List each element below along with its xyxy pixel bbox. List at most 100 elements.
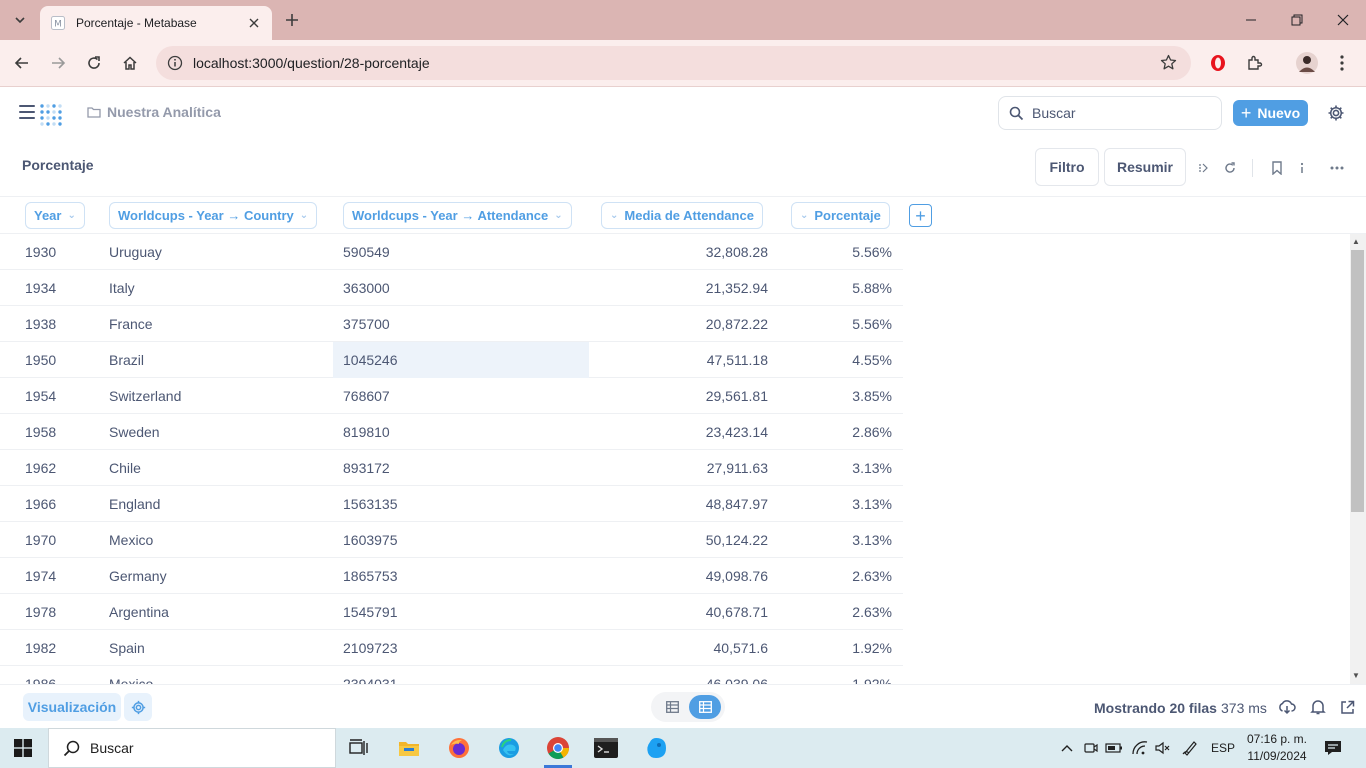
cell-year[interactable]: 1950 bbox=[25, 352, 56, 368]
address-bar[interactable]: localhost:3000/question/28-porcentaje bbox=[156, 46, 1191, 80]
bookmark-star-icon[interactable] bbox=[1160, 54, 1177, 76]
cell-country[interactable]: Spain bbox=[109, 640, 145, 656]
cell-porcentaje[interactable]: 3.85% bbox=[852, 388, 892, 404]
tab-close-icon[interactable] bbox=[246, 15, 262, 31]
cell-porcentaje[interactable]: 3.13% bbox=[852, 460, 892, 476]
pen-icon[interactable] bbox=[1180, 739, 1200, 757]
cell-year[interactable]: 1970 bbox=[25, 532, 56, 548]
site-info-icon[interactable] bbox=[158, 55, 192, 71]
cell-attendance[interactable]: 590549 bbox=[343, 244, 390, 260]
wifi-icon[interactable] bbox=[1130, 739, 1150, 757]
breadcrumb[interactable]: Nuestra Analítica bbox=[87, 104, 221, 120]
cell-porcentaje[interactable]: 1.92% bbox=[852, 676, 892, 684]
tab-search-chevron-icon[interactable] bbox=[7, 7, 33, 33]
cell-porcentaje[interactable]: 2.86% bbox=[852, 424, 892, 440]
volume-muted-icon[interactable] bbox=[1154, 739, 1172, 757]
reload-icon[interactable] bbox=[80, 49, 108, 77]
cell-media[interactable]: 50,124.22 bbox=[706, 532, 768, 548]
cell-attendance[interactable]: 1865753 bbox=[343, 568, 398, 584]
app-icon[interactable] bbox=[634, 732, 678, 764]
cell-media[interactable]: 27,911.63 bbox=[707, 460, 768, 476]
column-header-porcentaje[interactable]: ⌄ Porcentaje bbox=[791, 202, 890, 229]
show-hidden-icons-chevron-icon[interactable] bbox=[1058, 739, 1076, 757]
cell-media[interactable]: 32,808.28 bbox=[706, 244, 768, 260]
cell-attendance[interactable]: 1563135 bbox=[343, 496, 398, 512]
settings-gear-icon[interactable] bbox=[1327, 104, 1345, 127]
cell-year[interactable]: 1954 bbox=[25, 388, 56, 404]
cell-media[interactable]: 20,872.22 bbox=[706, 316, 768, 332]
table-view-icon[interactable] bbox=[656, 695, 688, 719]
cell-year[interactable]: 1930 bbox=[25, 244, 56, 260]
cell-country[interactable]: Germany bbox=[109, 568, 167, 584]
cell-country[interactable]: Mexico bbox=[109, 532, 153, 548]
cell-attendance[interactable]: 1545791 bbox=[343, 604, 398, 620]
notifications-icon[interactable] bbox=[1324, 739, 1342, 762]
visualization-button[interactable]: Visualización bbox=[23, 693, 121, 721]
column-header-country[interactable]: Worldcups - Year → Country ⌄ bbox=[109, 202, 318, 229]
terminal-icon[interactable] bbox=[584, 732, 628, 764]
scroll-down-arrow-icon[interactable]: ▼ bbox=[1352, 671, 1360, 680]
metabase-logo-icon[interactable] bbox=[38, 100, 64, 131]
cell-attendance[interactable]: 1603975 bbox=[343, 532, 398, 548]
edge-icon[interactable] bbox=[487, 732, 531, 764]
new-button[interactable]: + Nuevo bbox=[1233, 100, 1308, 126]
cell-media[interactable]: 47,511.18 bbox=[707, 352, 768, 368]
restore-window-icon[interactable] bbox=[1274, 0, 1320, 40]
browser-tab[interactable]: M Porcentaje - Metabase bbox=[40, 6, 272, 40]
notebook-editor-icon[interactable] bbox=[1195, 160, 1211, 176]
cell-attendance[interactable]: 819810 bbox=[343, 424, 390, 440]
bookmark-icon[interactable] bbox=[1269, 160, 1285, 176]
cell-year[interactable]: 1974 bbox=[25, 568, 56, 584]
cell-year[interactable]: 1978 bbox=[25, 604, 56, 620]
alert-bell-icon[interactable] bbox=[1309, 698, 1327, 716]
filter-button[interactable]: Filtro bbox=[1035, 148, 1099, 186]
summarize-button[interactable]: Resumir bbox=[1104, 148, 1186, 186]
more-options-icon[interactable] bbox=[1329, 160, 1345, 176]
task-view-icon[interactable] bbox=[337, 732, 381, 764]
cell-attendance[interactable]: 893172 bbox=[343, 460, 390, 476]
cell-year[interactable]: 1962 bbox=[25, 460, 56, 476]
cell-media[interactable]: 40,678.71 bbox=[706, 604, 768, 620]
profile-avatar[interactable] bbox=[1295, 51, 1319, 75]
cell-country[interactable]: Mexico bbox=[109, 676, 153, 684]
add-column-button[interactable]: + bbox=[909, 204, 932, 227]
cell-year[interactable]: 1958 bbox=[25, 424, 56, 440]
cell-attendance[interactable]: 375700 bbox=[343, 316, 390, 332]
cell-porcentaje[interactable]: 5.88% bbox=[852, 280, 892, 296]
cell-year[interactable]: 1938 bbox=[25, 316, 56, 332]
cell-country[interactable]: Italy bbox=[109, 280, 135, 296]
cell-media[interactable]: 29,561.81 bbox=[706, 388, 768, 404]
cell-porcentaje[interactable]: 1.92% bbox=[852, 640, 892, 656]
download-icon[interactable] bbox=[1278, 698, 1296, 716]
cell-country[interactable]: Switzerland bbox=[109, 388, 181, 404]
info-icon[interactable] bbox=[1294, 160, 1310, 176]
back-arrow-icon[interactable] bbox=[8, 49, 36, 77]
firefox-icon[interactable] bbox=[437, 732, 481, 764]
cell-year[interactable]: 1982 bbox=[25, 640, 56, 656]
scroll-up-arrow-icon[interactable]: ▲ bbox=[1352, 237, 1360, 246]
visualization-settings-gear-icon[interactable] bbox=[124, 693, 152, 721]
cell-year[interactable]: 1966 bbox=[25, 496, 56, 512]
cell-country[interactable]: Uruguay bbox=[109, 244, 162, 260]
results-view-icon[interactable] bbox=[689, 695, 721, 719]
minimize-window-icon[interactable] bbox=[1228, 0, 1274, 40]
cell-attendance[interactable]: 363000 bbox=[343, 280, 390, 296]
meet-now-icon[interactable] bbox=[1082, 739, 1100, 757]
cell-media[interactable]: 49,098.76 bbox=[706, 568, 768, 584]
question-title[interactable]: Porcentaje bbox=[22, 157, 94, 173]
close-window-icon[interactable] bbox=[1320, 0, 1366, 40]
cell-porcentaje[interactable]: 5.56% bbox=[852, 244, 892, 260]
column-header-attendance[interactable]: Worldcups - Year → Attendance ⌄ bbox=[343, 202, 572, 229]
cell-porcentaje[interactable]: 5.56% bbox=[852, 316, 892, 332]
cell-country[interactable]: France bbox=[109, 316, 153, 332]
cell-country[interactable]: Brazil bbox=[109, 352, 144, 368]
taskbar-clock[interactable]: 07:16 p. m. 11/09/2024 bbox=[1244, 731, 1310, 765]
cell-country[interactable]: Sweden bbox=[109, 424, 160, 440]
cell-country[interactable]: Chile bbox=[109, 460, 141, 476]
taskbar-search-input[interactable]: Buscar bbox=[48, 728, 336, 768]
cell-attendance[interactable]: 2394031 bbox=[343, 676, 398, 684]
chrome-icon[interactable] bbox=[536, 732, 580, 768]
cell-attendance[interactable]: 2109723 bbox=[343, 640, 398, 656]
home-icon[interactable] bbox=[116, 49, 144, 77]
cell-attendance[interactable]: 1045246 bbox=[343, 352, 398, 368]
